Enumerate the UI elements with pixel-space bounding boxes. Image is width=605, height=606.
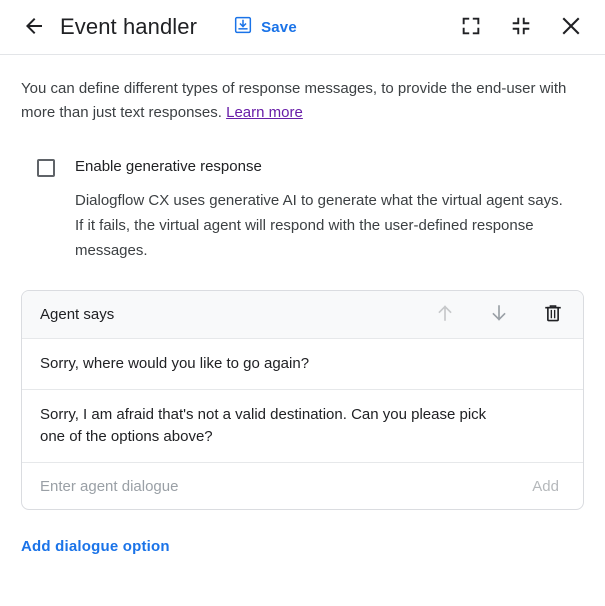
enable-generative-response-checkbox[interactable] — [37, 159, 55, 177]
generative-response-description: Dialogflow CX uses generative AI to gene… — [75, 188, 575, 263]
header-window-controls — [455, 11, 587, 43]
dialog-header: Event handler Save — [0, 0, 605, 55]
agent-dialogue-input[interactable] — [40, 478, 530, 495]
dialog-body: You can define different types of respon… — [0, 55, 605, 510]
learn-more-link[interactable]: Learn more — [226, 104, 303, 121]
move-up-icon — [434, 302, 456, 327]
collapse-button[interactable] — [505, 11, 537, 43]
save-download-icon — [233, 15, 253, 39]
add-dialogue-option-link[interactable]: Add dialogue option — [21, 538, 170, 555]
close-button[interactable] — [555, 11, 587, 43]
agent-message-row[interactable]: Sorry, I am afraid that's not a valid de… — [22, 390, 583, 463]
page-title: Event handler — [60, 14, 197, 40]
agent-message-text: Sorry, where would you like to go again? — [40, 353, 309, 375]
back-button[interactable] — [18, 11, 50, 43]
delete-icon — [542, 302, 564, 327]
agent-message-row[interactable]: Sorry, where would you like to go again? — [22, 339, 583, 390]
delete-button[interactable] — [537, 299, 569, 331]
agent-says-card-header: Agent says — [22, 291, 583, 339]
move-up-button[interactable] — [429, 299, 461, 331]
arrow-left-icon — [22, 14, 46, 41]
agent-says-title: Agent says — [40, 306, 114, 323]
agent-dialogue-input-row: Add — [22, 463, 583, 509]
add-dialogue-button[interactable]: Add — [530, 474, 561, 499]
enable-generative-response-row[interactable]: Enable generative response — [21, 157, 584, 177]
intro-paragraph: You can define different types of respon… — [21, 77, 581, 125]
enable-generative-response-label[interactable]: Enable generative response — [75, 157, 262, 177]
save-button-label: Save — [261, 19, 297, 36]
agent-says-card-actions — [429, 299, 569, 331]
save-button[interactable]: Save — [229, 11, 301, 43]
fullscreen-exit-icon — [510, 15, 532, 40]
fullscreen-button[interactable] — [455, 11, 487, 43]
agent-says-card: Agent says — [21, 290, 584, 510]
move-down-icon — [488, 302, 510, 327]
move-down-button[interactable] — [483, 299, 515, 331]
close-icon — [559, 14, 583, 41]
agent-message-text: Sorry, I am afraid that's not a valid de… — [40, 404, 510, 448]
fullscreen-icon — [460, 15, 482, 40]
